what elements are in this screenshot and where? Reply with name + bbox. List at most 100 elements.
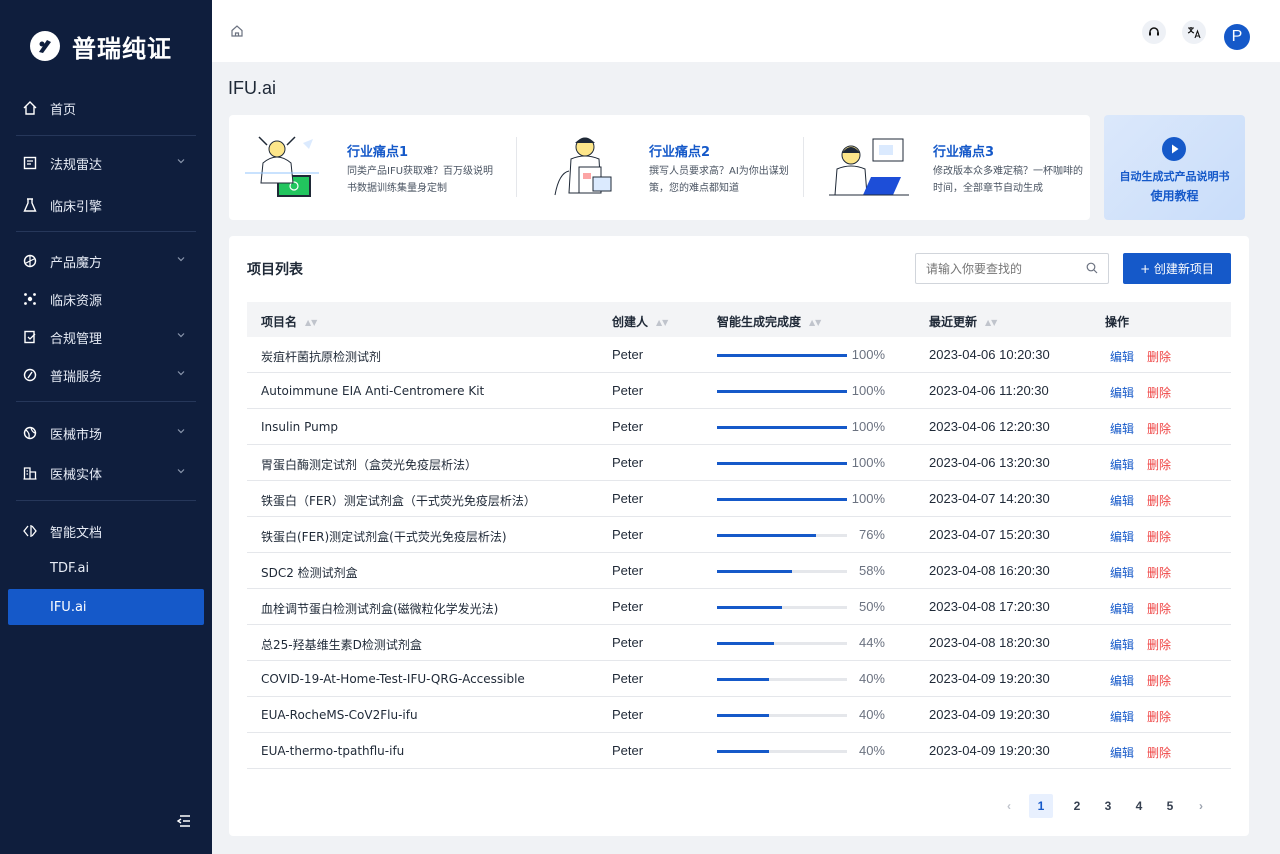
updated-time: 2023-04-06 12:20:30 bbox=[929, 419, 1050, 434]
column-header-label: 项目名 bbox=[261, 315, 298, 329]
delete-button[interactable]: 删除 bbox=[1147, 420, 1171, 437]
sidebar-item-tdf-ai[interactable]: TDF.ai bbox=[8, 550, 204, 586]
edit-button[interactable]: 编辑 bbox=[1110, 672, 1134, 689]
column-header-progress[interactable]: 智能生成完成度 ▲▼ bbox=[717, 313, 821, 330]
sidebar-item-clinical-resource[interactable]: 临床资源 bbox=[8, 281, 204, 317]
project-name[interactable]: 血栓调节蛋白检测试剂盒(磁微粒化学发光法) bbox=[261, 600, 498, 617]
sort-icon[interactable]: ▲▼ bbox=[305, 318, 317, 327]
edit-button[interactable]: 编辑 bbox=[1110, 348, 1134, 365]
project-name[interactable]: 炭疽杆菌抗原检测试剂 bbox=[261, 348, 381, 365]
search-icon[interactable] bbox=[1086, 262, 1098, 274]
sidebar-item-compliance[interactable]: 合规管理 bbox=[8, 319, 204, 355]
project-name[interactable]: 胃蛋白酶测定试剂（盒荧光免疫层析法） bbox=[261, 456, 477, 473]
delete-button[interactable]: 删除 bbox=[1147, 708, 1171, 725]
project-creator: Peter bbox=[612, 491, 644, 506]
sort-icon[interactable]: ▲▼ bbox=[809, 318, 821, 327]
prev-page-button[interactable]: ‹ bbox=[997, 794, 1021, 818]
project-name[interactable]: Autoimmune EIA Anti-Centromere Kit bbox=[261, 384, 484, 398]
column-header-name[interactable]: 项目名 ▲▼ bbox=[261, 313, 317, 330]
sidebar-item-label: 智能文档 bbox=[50, 525, 103, 541]
sidebar-item-product-cube[interactable]: 产品魔方 bbox=[8, 243, 204, 279]
column-header-updated[interactable]: 最近更新 ▲▼ bbox=[929, 313, 997, 330]
progress-bar bbox=[717, 606, 847, 609]
project-creator: Peter bbox=[612, 527, 644, 542]
edit-button[interactable]: 编辑 bbox=[1110, 456, 1134, 473]
page-button[interactable]: 4 bbox=[1127, 794, 1151, 818]
project-name[interactable]: 铁蛋白（FER）测定试剂盒（干式荧光免疫层析法） bbox=[261, 492, 536, 509]
edit-button[interactable]: 编辑 bbox=[1110, 600, 1134, 617]
market-icon bbox=[22, 425, 38, 441]
translate-icon[interactable] bbox=[1182, 20, 1206, 44]
sidebar-item-clinical-engine[interactable]: 临床引擎 bbox=[8, 187, 204, 223]
delete-button[interactable]: 删除 bbox=[1147, 384, 1171, 401]
home-icon[interactable] bbox=[230, 24, 244, 38]
progress-percent: 100% bbox=[851, 347, 885, 362]
edit-button[interactable]: 编辑 bbox=[1110, 420, 1134, 437]
project-name[interactable]: 总25-羟基维生素D检测试剂盒 bbox=[261, 636, 422, 653]
project-name[interactable]: EUA-thermo-tpathflu-ifu bbox=[261, 744, 404, 758]
sidebar-item-regulation-radar[interactable]: 法规雷达 bbox=[8, 145, 204, 181]
delete-button[interactable]: 删除 bbox=[1147, 636, 1171, 653]
page-title: IFU.ai bbox=[228, 78, 277, 98]
sidebar-item-home[interactable]: 首页 bbox=[8, 90, 204, 126]
collapse-sidebar-icon[interactable] bbox=[176, 812, 194, 830]
person-documents-illustration bbox=[554, 137, 612, 196]
progress-percent: 100% bbox=[851, 491, 885, 506]
pain-point-title: 行业痛点1 bbox=[347, 145, 409, 160]
sort-icon[interactable]: ▲▼ bbox=[985, 318, 997, 327]
page-button[interactable]: 3 bbox=[1096, 794, 1120, 818]
brand-logo[interactable]: 普瑞纯证 bbox=[0, 0, 212, 92]
delete-button[interactable]: 删除 bbox=[1147, 456, 1171, 473]
progress-percent: 44% bbox=[858, 635, 885, 650]
support-icon[interactable] bbox=[1142, 20, 1166, 44]
delete-button[interactable]: 删除 bbox=[1147, 528, 1171, 545]
page-button[interactable]: 2 bbox=[1065, 794, 1089, 818]
search-input[interactable] bbox=[915, 253, 1109, 284]
page-button[interactable]: 5 bbox=[1158, 794, 1182, 818]
sidebar-item-entity[interactable]: 医械实体 bbox=[8, 455, 204, 491]
delete-button[interactable]: 删除 bbox=[1147, 600, 1171, 617]
tutorial-card[interactable]: 自动生成式产品说明书 使用教程 bbox=[1104, 115, 1245, 220]
progress-bar-fill bbox=[717, 534, 816, 537]
project-name[interactable]: 铁蛋白(FER)测定试剂盒(干式荧光免疫层析法) bbox=[261, 528, 507, 545]
project-creator: Peter bbox=[612, 383, 644, 398]
user-avatar[interactable]: P bbox=[1224, 24, 1250, 50]
sidebar-item-service[interactable]: 普瑞服务 bbox=[8, 357, 204, 393]
project-list-panel: 项目列表 + 创建新项目 项目名 ▲▼ 创建人 ▲▼ 智能生成完成度 ▲▼ 最近更新 ▲… bbox=[229, 236, 1249, 836]
progress-bar-fill bbox=[717, 354, 847, 357]
delete-button[interactable]: 删除 bbox=[1147, 744, 1171, 761]
next-page-button[interactable]: › bbox=[1189, 794, 1213, 818]
edit-button[interactable]: 编辑 bbox=[1110, 708, 1134, 725]
chevron-down-icon bbox=[177, 257, 185, 262]
sidebar-item-label: 合规管理 bbox=[50, 331, 103, 347]
column-header-creator[interactable]: 创建人 ▲▼ bbox=[612, 313, 668, 330]
sidebar-item-smart-document[interactable]: 智能文档 bbox=[8, 513, 204, 549]
delete-button[interactable]: 删除 bbox=[1147, 672, 1171, 689]
sidebar-item-ifu-ai[interactable]: IFU.ai bbox=[8, 589, 204, 625]
edit-button[interactable]: 编辑 bbox=[1110, 528, 1134, 545]
edit-button[interactable]: 编辑 bbox=[1110, 564, 1134, 581]
resource-icon bbox=[22, 291, 38, 307]
table-row: Insulin Pump Peter 100% 2023-04-06 12:20:30… bbox=[247, 409, 1231, 445]
delete-button[interactable]: 删除 bbox=[1147, 492, 1171, 509]
edit-button[interactable]: 编辑 bbox=[1110, 744, 1134, 761]
create-project-button[interactable]: + 创建新项目 bbox=[1123, 253, 1231, 284]
project-name[interactable]: EUA-RocheMS-CoV2Flu-ifu bbox=[261, 708, 418, 722]
project-creator: Peter bbox=[612, 707, 644, 722]
delete-button[interactable]: 删除 bbox=[1147, 564, 1171, 581]
sort-icon[interactable]: ▲▼ bbox=[656, 318, 668, 327]
progress-bar-fill bbox=[717, 462, 847, 465]
sidebar-item-label: 医械市场 bbox=[50, 427, 103, 443]
page-button[interactable]: 1 bbox=[1029, 794, 1053, 818]
edit-button[interactable]: 编辑 bbox=[1110, 384, 1134, 401]
edit-button[interactable]: 编辑 bbox=[1110, 636, 1134, 653]
chevron-down-icon bbox=[177, 469, 185, 474]
project-name[interactable]: SDC2 检测试剂盒 bbox=[261, 564, 358, 581]
progress-percent: 58% bbox=[858, 563, 885, 578]
sidebar-item-market[interactable]: 医械市场 bbox=[8, 415, 204, 451]
project-name[interactable]: COVID-19-At-Home-Test-IFU-QRG-Accessible bbox=[261, 672, 525, 686]
edit-button[interactable]: 编辑 bbox=[1110, 492, 1134, 509]
delete-button[interactable]: 删除 bbox=[1147, 348, 1171, 365]
project-creator: Peter bbox=[612, 635, 644, 650]
project-name[interactable]: Insulin Pump bbox=[261, 420, 338, 434]
